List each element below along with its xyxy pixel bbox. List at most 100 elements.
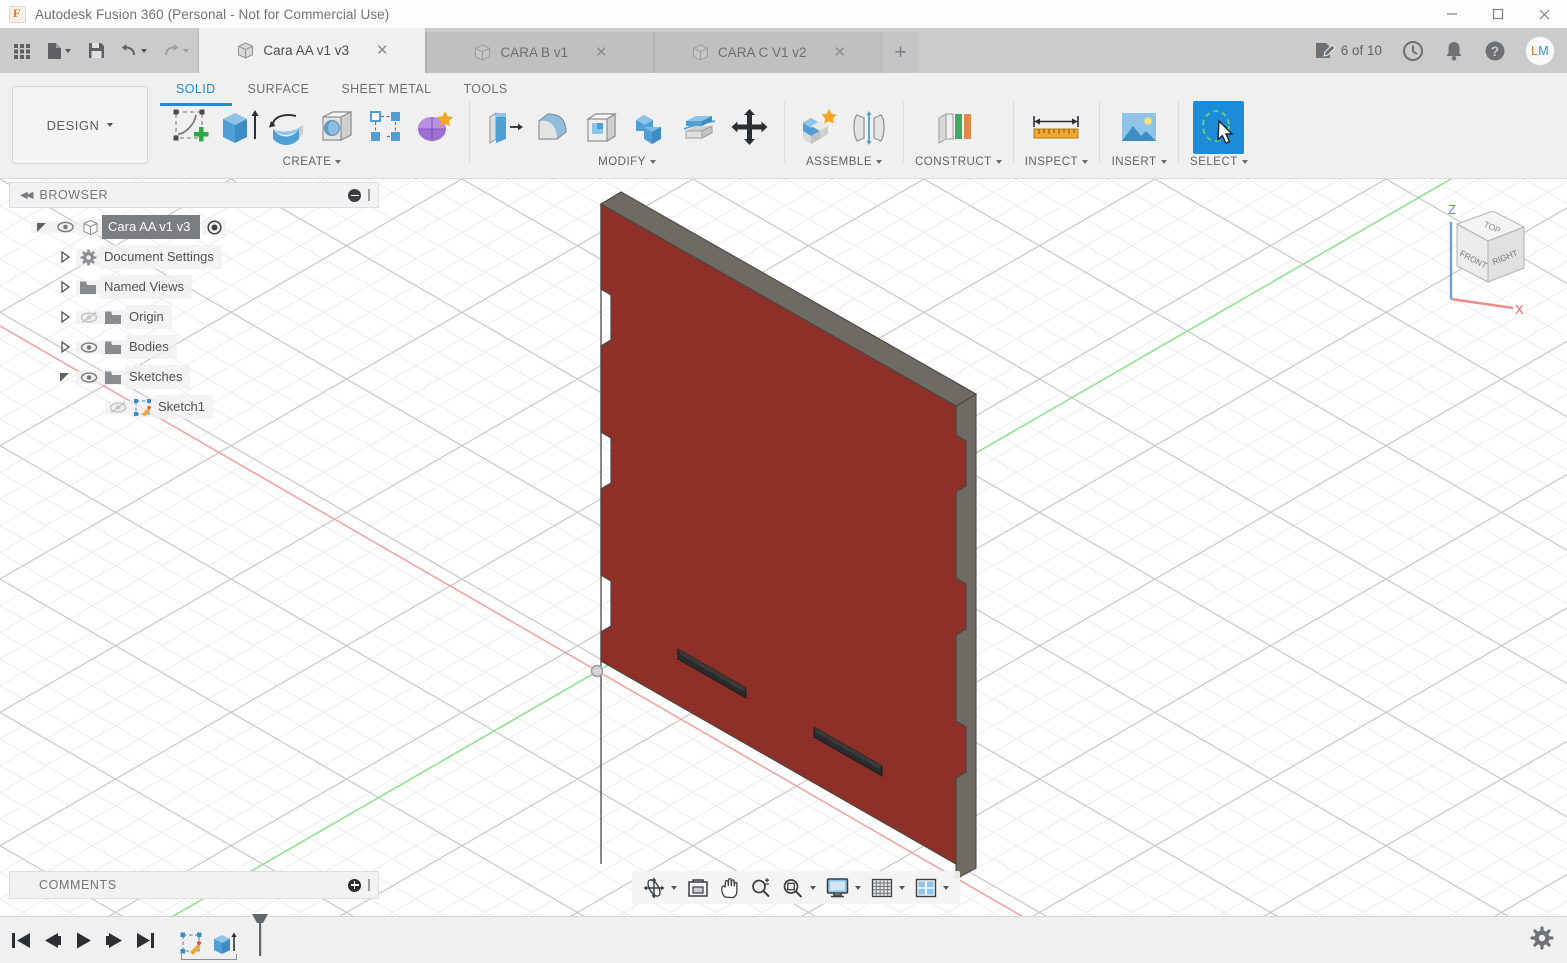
collapse-left-icon[interactable]: ◀◀ xyxy=(20,190,31,201)
display-settings-button[interactable] xyxy=(821,873,866,903)
close-icon xyxy=(1538,8,1551,21)
panel-grip-icon[interactable] xyxy=(368,189,370,201)
chevron-down-icon xyxy=(107,123,113,127)
visibility-hidden-icon[interactable] xyxy=(76,311,101,324)
measure-tool[interactable] xyxy=(1025,101,1087,153)
timeline-marker-icon[interactable] xyxy=(249,913,271,962)
visibility-eye-icon[interactable] xyxy=(76,371,101,384)
quick-access-toolbar xyxy=(0,28,198,73)
look-at-button[interactable] xyxy=(682,873,714,903)
minus-circle-icon[interactable] xyxy=(348,189,361,202)
history-button[interactable] xyxy=(1393,31,1433,71)
new-document-button[interactable] xyxy=(38,31,80,71)
visibility-hidden-icon[interactable] xyxy=(105,401,130,414)
expand-arrow-icon[interactable] xyxy=(31,221,53,233)
tree-item-document-settings[interactable]: Document Settings xyxy=(9,242,379,272)
press-pull-tool[interactable] xyxy=(481,101,528,153)
maximize-button[interactable] xyxy=(1475,0,1521,28)
close-button[interactable] xyxy=(1521,0,1567,28)
collapse-arrow-icon[interactable] xyxy=(54,311,76,323)
joint-tool[interactable] xyxy=(845,101,892,153)
app-grid-button[interactable] xyxy=(6,31,38,71)
close-icon[interactable]: ✕ xyxy=(833,45,846,60)
shell-tool[interactable] xyxy=(579,101,626,153)
panel-label-text: SELECT xyxy=(1190,156,1238,168)
tree-item-sketches[interactable]: Sketches xyxy=(9,362,379,392)
tree-item-sketch1[interactable]: Sketch1 xyxy=(9,392,379,422)
create-form-tool[interactable] xyxy=(411,101,458,153)
timeline-settings-button[interactable] xyxy=(1530,926,1567,955)
hole-tool[interactable] xyxy=(313,101,360,153)
go-to-end-button[interactable] xyxy=(130,920,161,960)
zoom-window-button[interactable] xyxy=(777,873,821,903)
document-tab-0[interactable]: Cara AA v1 v3 ✕ xyxy=(198,28,426,73)
ribbon-tab-tools[interactable]: TOOLS xyxy=(447,78,523,101)
select-tool[interactable] xyxy=(1193,101,1244,154)
collapse-arrow-icon[interactable] xyxy=(54,341,76,353)
visibility-eye-icon[interactable] xyxy=(76,341,101,354)
undo-button[interactable] xyxy=(112,31,154,71)
grid-snaps-button[interactable] xyxy=(866,873,910,903)
select-panel-label[interactable]: SELECT xyxy=(1190,156,1248,168)
close-icon[interactable]: ✕ xyxy=(376,43,389,58)
fillet-tool[interactable] xyxy=(530,101,577,153)
play-button[interactable] xyxy=(68,920,99,960)
create-sketch-tool[interactable] xyxy=(166,101,213,153)
revolve-icon xyxy=(266,107,310,147)
browser-header[interactable]: ◀◀ BROWSER xyxy=(9,182,379,208)
document-tab-2[interactable]: CARA C V1 v2 ✕ xyxy=(654,32,882,73)
inspect-panel-label[interactable]: INSPECT xyxy=(1025,156,1088,168)
plus-circle-icon[interactable] xyxy=(348,879,361,892)
combine-icon xyxy=(630,107,674,147)
assemble-panel-label[interactable]: ASSEMBLE xyxy=(806,156,882,168)
new-tab-button[interactable]: + xyxy=(882,32,919,73)
active-component-icon[interactable] xyxy=(202,220,226,235)
combine-tool[interactable] xyxy=(628,101,675,153)
insert-image-tool[interactable] xyxy=(1111,101,1167,153)
viewports-button[interactable] xyxy=(910,873,954,903)
insert-panel-label[interactable]: INSERT xyxy=(1112,156,1167,168)
panel-label-text: CONSTRUCT xyxy=(915,156,992,168)
modify-panel-label[interactable]: MODIFY xyxy=(598,156,656,168)
navigation-bar xyxy=(632,871,960,904)
pattern-tool[interactable] xyxy=(362,101,409,153)
pan-button[interactable] xyxy=(714,873,745,903)
redo-button[interactable] xyxy=(154,31,196,71)
expand-arrow-icon[interactable] xyxy=(54,371,76,383)
create-panel-label[interactable]: CREATE xyxy=(283,156,342,168)
move-copy-tool[interactable] xyxy=(726,101,773,153)
visibility-eye-icon[interactable] xyxy=(53,221,78,233)
step-forward-button[interactable] xyxy=(99,920,130,960)
split-face-tool[interactable] xyxy=(677,101,724,153)
revolve-tool[interactable] xyxy=(264,101,311,153)
help-button[interactable]: ? xyxy=(1475,31,1515,71)
save-button[interactable] xyxy=(80,31,112,71)
job-status-button[interactable]: 6 of 10 xyxy=(1306,31,1391,71)
extrude-tool[interactable] xyxy=(215,101,262,153)
ribbon-tab-sheet-metal[interactable]: SHEET METAL xyxy=(325,78,447,101)
step-back-button[interactable] xyxy=(37,920,68,960)
go-to-beginning-button[interactable] xyxy=(6,920,37,960)
notifications-button[interactable] xyxy=(1435,31,1473,71)
collapse-arrow-icon[interactable] xyxy=(54,251,76,263)
document-tab-1[interactable]: CARA B v1 ✕ xyxy=(426,32,654,73)
orbit-button[interactable] xyxy=(638,873,682,903)
view-cube[interactable]: Z X TOP FRONT RIGHT xyxy=(1427,184,1547,319)
tree-item-bodies[interactable]: Bodies xyxy=(9,332,379,362)
new-component-tool[interactable] xyxy=(796,101,843,153)
construct-panel-label[interactable]: CONSTRUCT xyxy=(915,156,1002,168)
zoom-button[interactable] xyxy=(745,873,777,903)
tree-item-named-views[interactable]: Named Views xyxy=(9,272,379,302)
ribbon-tab-solid[interactable]: SOLID xyxy=(160,78,232,101)
tree-item-component[interactable]: Cara AA v1 v3 xyxy=(9,212,379,242)
panel-grip-icon[interactable] xyxy=(368,879,370,891)
workspace-selector[interactable]: DESIGN xyxy=(12,86,148,164)
ribbon-tab-surface[interactable]: SURFACE xyxy=(232,78,326,101)
comments-panel[interactable]: COMMENTS xyxy=(9,871,379,899)
offset-plane-tool[interactable] xyxy=(930,101,986,153)
collapse-arrow-icon[interactable] xyxy=(54,281,76,293)
minimize-button[interactable] xyxy=(1429,0,1475,28)
avatar[interactable]: LM xyxy=(1525,36,1555,66)
tree-item-origin[interactable]: Origin xyxy=(9,302,379,332)
close-icon[interactable]: ✕ xyxy=(595,45,608,60)
